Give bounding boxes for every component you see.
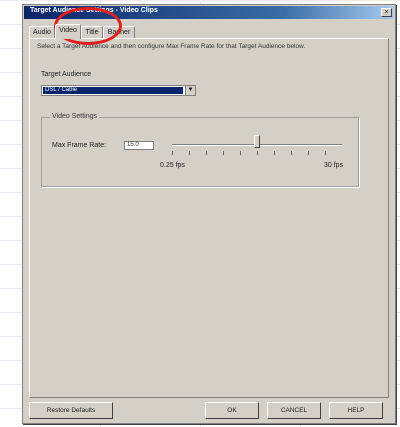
video-settings-group-title: Video Settings <box>50 113 100 120</box>
left-margin-strip <box>0 0 22 427</box>
slider-max-label: 30 fps <box>324 162 344 169</box>
panel-description: Select a Target Audience and then config… <box>37 43 306 50</box>
dialog-titlebar[interactable]: Target Audience Settings - Video Clips × <box>24 6 394 19</box>
tab-banner[interactable]: Banner <box>103 26 135 38</box>
target-audience-select[interactable]: DSL / Cable ▼ <box>41 85 196 96</box>
slider-tick-marks <box>172 151 342 155</box>
cancel-button[interactable]: CANCEL <box>267 402 321 419</box>
tab-strip: Audio Video Title Banner <box>29 24 229 39</box>
tab-audio[interactable]: Audio <box>29 26 55 38</box>
ok-button[interactable]: OK <box>205 402 259 419</box>
help-button[interactable]: HELP <box>329 402 383 419</box>
video-settings-group: Video Settings Max Frame Rate: 15.0 0.25… <box>41 113 359 187</box>
dialog-title: Target Audience Settings - Video Clips <box>30 7 158 14</box>
target-audience-label: Target Audience <box>41 71 92 78</box>
close-button[interactable]: × <box>381 8 392 17</box>
tab-title[interactable]: Title <box>81 26 103 38</box>
settings-dialog: Target Audience Settings - Video Clips ×… <box>22 4 396 424</box>
max-frame-rate-label: Max Frame Rate: <box>52 142 107 149</box>
slider-min-label: 0.25 fps <box>160 162 185 169</box>
chevron-down-icon[interactable]: ▼ <box>185 86 195 95</box>
restore-defaults-button[interactable]: Restore Defaults <box>29 402 113 419</box>
frame-rate-slider-thumb[interactable] <box>254 135 260 148</box>
target-audience-selected-value: DSL / Cable <box>43 87 183 94</box>
max-frame-rate-input[interactable]: 15.0 <box>124 141 154 150</box>
tab-video[interactable]: Video <box>55 24 81 39</box>
